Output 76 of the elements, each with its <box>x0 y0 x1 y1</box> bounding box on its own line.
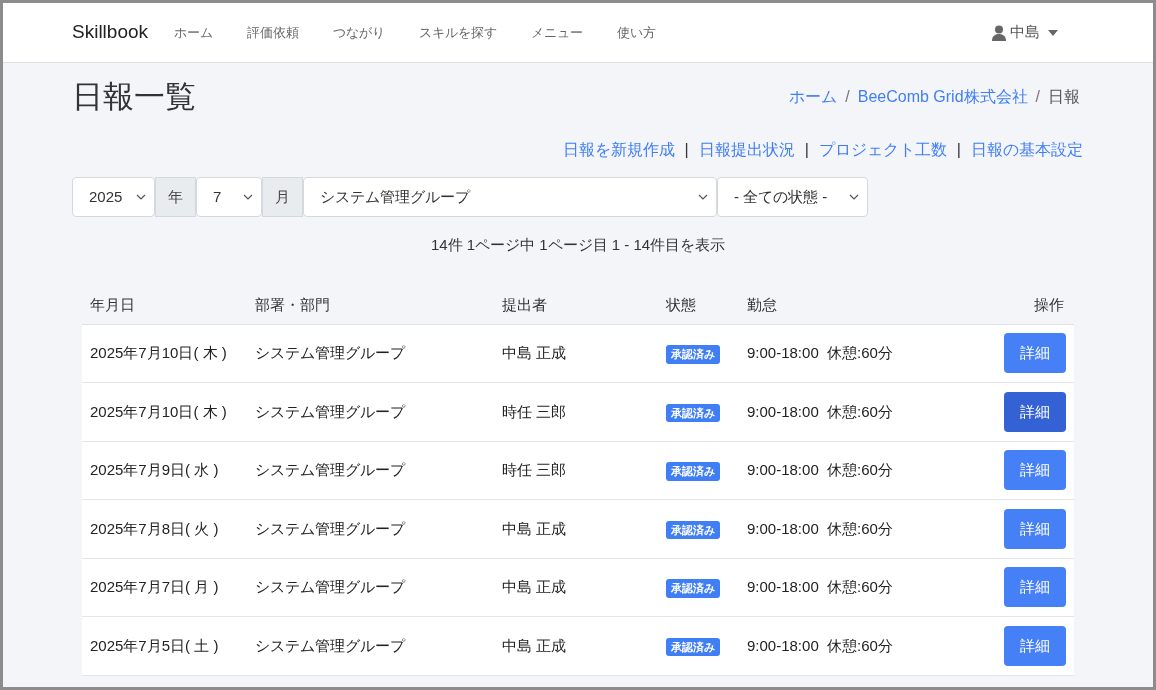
nav-link[interactable]: 評価依頼 <box>247 22 300 43</box>
nav-link[interactable]: ホーム <box>174 22 214 43</box>
nav-link[interactable]: つながり <box>333 22 386 43</box>
attendance-cell-text: 9:00-18:00 休憩:60分 <box>747 401 894 422</box>
detail-button[interactable]: 詳細 <box>1004 567 1066 608</box>
nav-link[interactable]: スキルを探す <box>419 22 498 43</box>
detail-button[interactable]: 詳細 <box>1004 508 1066 549</box>
action-link[interactable]: 日報を新規作成 <box>562 138 675 162</box>
year-select[interactable]: 2025 <box>72 177 155 217</box>
breadcrumb-link[interactable]: ホーム <box>789 85 838 109</box>
status-badge: 承認済み <box>666 345 720 364</box>
column-header: 年月日 <box>90 294 136 315</box>
month-select[interactable]: 7 <box>196 177 262 217</box>
detail-button[interactable]: 詳細 <box>1004 333 1066 374</box>
date-cell-text: 2025年7月10日( 木 ) <box>90 401 228 422</box>
action-link[interactable]: 日報の基本設定 <box>971 138 1083 162</box>
attendance-cell-text: 9:00-18:00 休憩:60分 <box>747 343 894 363</box>
detail-button[interactable]: 詳細 <box>1004 625 1066 666</box>
department-cell-text: システム管理グループ <box>255 518 407 539</box>
link-separator: | <box>956 140 961 160</box>
chevron-down-icon <box>136 194 146 200</box>
status-badge: 承認済み <box>666 637 720 656</box>
department-cell-text: システム管理グループ <box>255 460 407 480</box>
nav-link[interactable]: メニュー <box>531 22 584 43</box>
submitter-cell-text: 中島 正成 <box>502 577 568 597</box>
department-cell-text: システム管理グループ <box>255 577 407 597</box>
submitter-cell-text: 時任 三郎 <box>502 401 568 422</box>
breadcrumb-separator: / <box>845 87 850 107</box>
status-badge: 承認済み <box>666 579 720 598</box>
page-title: 日報一覧 <box>72 77 196 116</box>
column-header: 操作 <box>1033 294 1065 315</box>
submitter-cell-text: 中島 正成 <box>502 635 568 656</box>
link-separator: | <box>684 140 689 160</box>
result-summary: 14件 1ページ中 1ページ目 1 - 14件目を表示 <box>429 235 727 255</box>
submitter-cell-text: 中島 正成 <box>502 343 568 363</box>
link-separator: | <box>804 140 809 160</box>
department-cell-text: システム管理グループ <box>255 401 407 422</box>
breadcrumb-separator: / <box>1035 87 1040 107</box>
date-cell-text: 2025年7月9日( 水 ) <box>90 460 220 480</box>
nav-link[interactable]: 使い方 <box>617 22 657 43</box>
group-select[interactable]: システム管理グループ <box>303 177 717 217</box>
date-cell-text: 2025年7月8日( 火 ) <box>90 518 220 539</box>
date-cell-text: 2025年7月7日( 月 ) <box>90 577 220 597</box>
department-cell-text: システム管理グループ <box>255 343 407 363</box>
detail-button[interactable]: 詳細 <box>1004 450 1066 491</box>
user-menu[interactable]: 中島 <box>992 21 1058 44</box>
brand-logo[interactable]: Skillbook <box>72 18 149 47</box>
attendance-cell-text: 9:00-18:00 休憩:60分 <box>747 518 894 539</box>
department-cell-text: システム管理グループ <box>255 635 407 656</box>
action-link[interactable]: 日報提出状況 <box>698 138 795 162</box>
submitter-cell-text: 中島 正成 <box>502 518 568 539</box>
date-cell-text: 2025年7月5日( 土 ) <box>90 635 220 656</box>
status-badge: 承認済み <box>666 462 720 481</box>
attendance-cell-text: 9:00-18:00 休憩:60分 <box>747 460 894 480</box>
caret-icon <box>1048 29 1058 36</box>
status-select[interactable]: - 全ての状態 - <box>717 177 868 217</box>
user-icon <box>992 24 1006 41</box>
date-cell-text: 2025年7月10日( 木 ) <box>90 343 228 363</box>
unit-label: 年 <box>155 177 196 217</box>
chevron-down-icon <box>849 194 859 200</box>
chevron-down-icon <box>698 194 708 200</box>
attendance-cell-text: 9:00-18:00 休憩:60分 <box>747 577 894 597</box>
detail-button[interactable]: 詳細 <box>1004 391 1066 432</box>
status-badge: 承認済み <box>666 403 720 422</box>
status-badge: 承認済み <box>666 520 720 539</box>
breadcrumb-link[interactable]: BeeComb Grid株式会社 <box>857 85 1028 109</box>
column-header: 部署・部門 <box>255 294 331 315</box>
breadcrumb-current: 日報 <box>1048 87 1080 107</box>
column-header: 勤怠 <box>747 294 778 315</box>
chevron-down-icon <box>243 194 253 200</box>
column-header: 状態 <box>666 294 697 315</box>
action-link[interactable]: プロジェクト工数 <box>818 138 947 162</box>
attendance-cell-text: 9:00-18:00 休憩:60分 <box>747 635 894 656</box>
submitter-cell-text: 時任 三郎 <box>502 460 568 480</box>
unit-label: 月 <box>262 177 303 217</box>
column-header: 提出者 <box>502 294 548 315</box>
